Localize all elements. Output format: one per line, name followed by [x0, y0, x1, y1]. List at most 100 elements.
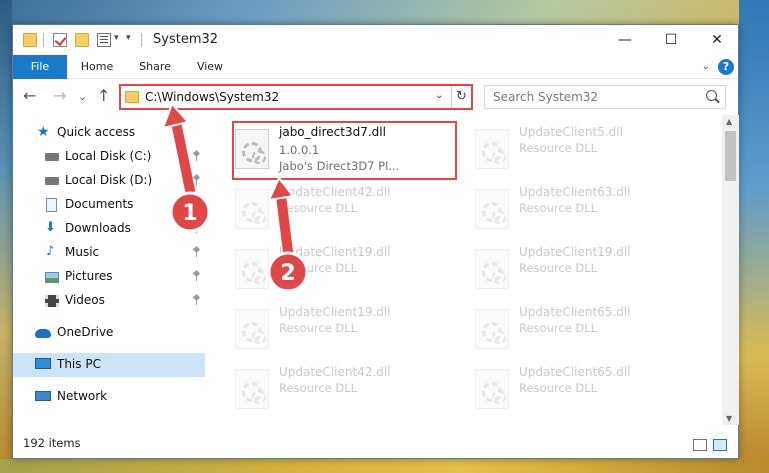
file-item[interactable]: UpdateClient65.dll Resource DLL [473, 363, 703, 419]
dll-file-icon [475, 129, 509, 169]
pin-icon[interactable] [193, 199, 200, 209]
sidebar-item-label: Documents [65, 197, 134, 211]
selected-file-highlight [232, 121, 457, 180]
folder-icon [23, 33, 37, 47]
pin-icon[interactable] [193, 247, 200, 257]
customize-icon[interactable] [97, 33, 111, 47]
sidebar-item-label: Downloads [65, 221, 131, 235]
downloads-icon: ⬇ [45, 220, 56, 235]
sidebar-item-label: Local Disk (D:) [65, 173, 153, 187]
file-type: Resource DLL [279, 321, 358, 335]
help-icon[interactable]: ? [718, 59, 734, 75]
sidebar-item-label: This PC [57, 357, 101, 371]
chevron-down-icon[interactable]: ⌄ [435, 90, 443, 101]
dll-file-icon [235, 249, 269, 289]
recent-locations-button[interactable]: ⌄ [78, 89, 87, 105]
file-item[interactable]: UpdateClient19.dll Resource DLL [233, 243, 463, 299]
documents-icon [46, 198, 57, 212]
file-item[interactable]: UpdateClient5.dll Resource DLL [473, 123, 703, 179]
refresh-button[interactable]: ↻ [451, 86, 471, 108]
search-box[interactable]: Search System32 [484, 85, 726, 109]
pin-icon[interactable] [193, 223, 200, 233]
title-bar: ▾ ▾ System32 — ☐ ✕ [13, 25, 738, 55]
folder-icon [125, 91, 139, 103]
sidebar-item-local-disk-c[interactable]: Local Disk (C:) [13, 145, 205, 169]
new-folder-icon[interactable] [75, 33, 89, 47]
tab-home[interactable]: Home [73, 55, 121, 79]
network-icon [35, 391, 51, 401]
sidebar-item-label: Network [57, 389, 108, 403]
dll-file-icon [475, 249, 509, 289]
pictures-icon [45, 272, 59, 283]
desktop-wallpaper-right [739, 0, 769, 473]
dll-file-icon [475, 309, 509, 349]
back-button[interactable]: ← [23, 88, 36, 104]
scroll-down-icon[interactable]: ▼ [726, 414, 732, 423]
tab-view[interactable]: View [187, 55, 233, 79]
pin-icon[interactable] [193, 295, 200, 305]
sidebar-item-label: Music [65, 245, 100, 259]
videos-icon [45, 295, 59, 307]
large-icons-view-icon[interactable] [713, 439, 727, 451]
status-bar: 192 items [13, 430, 738, 458]
dll-file-icon [235, 369, 269, 409]
close-button[interactable]: ✕ [694, 25, 740, 55]
file-type: Resource DLL [519, 201, 598, 215]
file-item[interactable]: UpdateClient19.dll Resource DLL [233, 303, 463, 359]
music-icon: ♪ [46, 244, 55, 259]
tab-share[interactable]: Share [129, 55, 181, 79]
sidebar-item-music[interactable]: ♪ Music [13, 241, 205, 265]
chevron-down-icon[interactable]: ▾ [114, 33, 119, 43]
drive-icon [45, 177, 59, 185]
dll-file-icon [235, 309, 269, 349]
properties-check-icon[interactable] [53, 33, 67, 47]
pin-icon[interactable] [193, 175, 200, 185]
sidebar-item-pictures[interactable]: Pictures [13, 265, 205, 289]
search-icon[interactable] [706, 90, 717, 101]
file-explorer-window: ▾ ▾ System32 — ☐ ✕ File Home Share View … [12, 24, 739, 459]
desktop-wallpaper-bottom [0, 459, 769, 473]
search-input[interactable]: Search System32 [493, 90, 598, 104]
pin-icon[interactable] [193, 271, 200, 281]
file-name: UpdateClient42.dll [279, 365, 391, 379]
sidebar-item-documents[interactable]: Documents [13, 193, 205, 217]
sidebar-item-quick-access[interactable]: ★ Quick access [13, 121, 205, 145]
file-name: UpdateClient65.dll [519, 305, 631, 319]
file-name: UpdateClient42.dll [279, 185, 391, 199]
pin-icon[interactable] [193, 151, 200, 161]
forward-button[interactable]: → [53, 88, 66, 104]
tab-file[interactable]: File [13, 55, 67, 79]
up-button[interactable]: ↑ [97, 88, 110, 104]
file-item[interactable]: UpdateClient65.dll Resource DLL [473, 303, 703, 359]
maximize-button[interactable]: ☐ [648, 25, 694, 55]
quick-access-toolbar-menu-icon[interactable]: ▾ [126, 33, 131, 43]
sidebar-item-downloads[interactable]: ⬇ Downloads [13, 217, 205, 241]
sidebar-item-videos[interactable]: Videos [13, 289, 205, 313]
sidebar-item-label: Pictures [65, 269, 113, 283]
details-view-icon[interactable] [693, 439, 707, 451]
scroll-up-icon[interactable]: ▲ [726, 117, 732, 126]
scroll-thumb[interactable] [725, 131, 736, 181]
expand-ribbon-icon[interactable]: ⌄ [702, 61, 710, 72]
sidebar-item-this-pc[interactable]: This PC [13, 353, 205, 377]
sidebar-item-onedrive[interactable]: OneDrive [13, 321, 205, 345]
sidebar-item-label: Local Disk (C:) [65, 149, 152, 163]
drive-icon [45, 153, 59, 161]
vertical-scrollbar[interactable]: ▲ ▼ [722, 115, 739, 425]
file-item[interactable]: UpdateClient42.dll Resource DLL [233, 363, 463, 419]
address-bar[interactable]: C:\Windows\System32 ⌄ ↻ [119, 84, 473, 110]
address-path[interactable]: C:\Windows\System32 [145, 90, 279, 104]
file-item[interactable]: UpdateClient63.dll Resource DLL [473, 183, 703, 239]
minimize-button[interactable]: — [602, 25, 648, 55]
file-item[interactable]: UpdateClient19.dll Resource DLL [473, 243, 703, 299]
window-title: System32 [153, 32, 219, 47]
file-name: UpdateClient19.dll [279, 245, 391, 259]
sidebar-item-local-disk-d[interactable]: Local Disk (D:) [13, 169, 205, 193]
file-item[interactable]: UpdateClient42.dll Resource DLL [233, 183, 463, 239]
navigation-pane: ★ Quick access Local Disk (C:) Local Dis… [13, 115, 208, 425]
sidebar-item-network[interactable]: Network [13, 385, 205, 409]
file-type: Resource DLL [519, 321, 598, 335]
file-type: Resource DLL [519, 141, 598, 155]
file-type: Resource DLL [279, 201, 358, 215]
desktop-wallpaper-left [0, 0, 12, 473]
